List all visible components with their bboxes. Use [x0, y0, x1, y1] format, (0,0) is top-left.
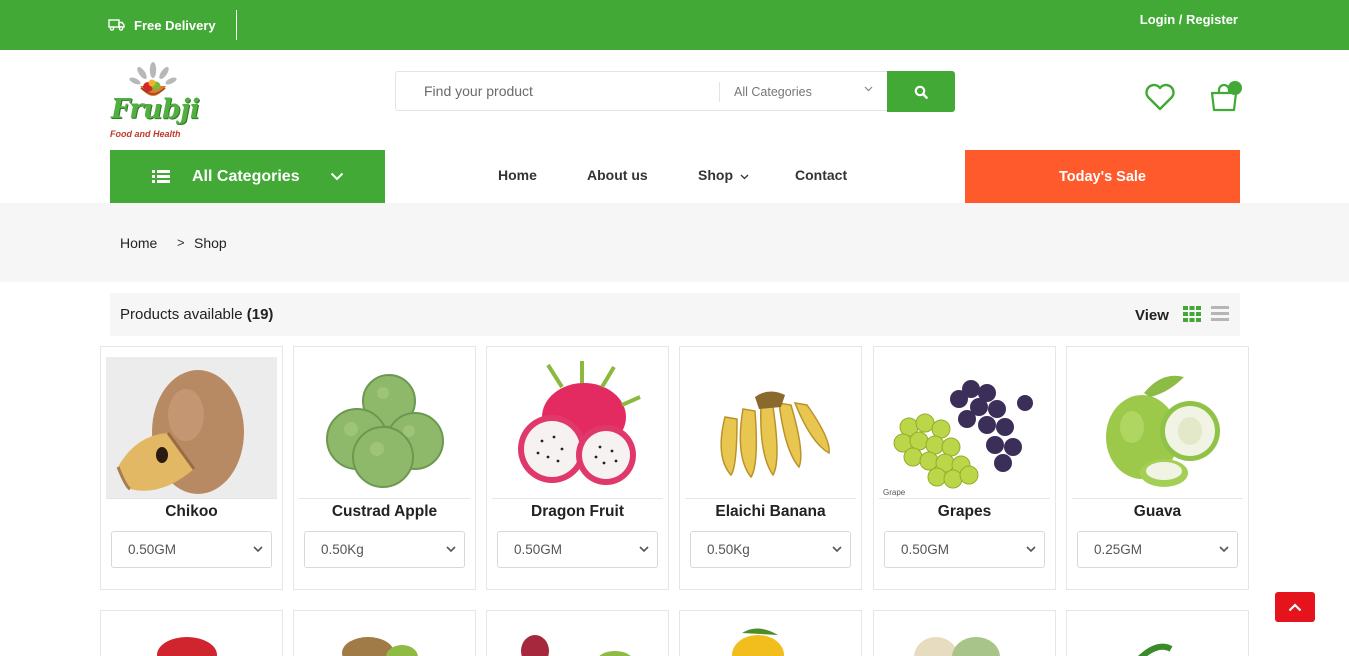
nav-home[interactable]: Home	[498, 167, 537, 183]
quantity-value: 0.50GM	[128, 542, 177, 557]
scroll-to-top-button[interactable]	[1275, 592, 1315, 622]
quantity-select[interactable]: 0.50GM	[497, 531, 658, 568]
product-name[interactable]: Dragon Fruit	[487, 503, 668, 521]
dragon-fruit-image[interactable]	[492, 357, 663, 499]
quantity-select[interactable]: 0.50GM	[111, 531, 272, 568]
brand-name: Frubji	[111, 94, 200, 125]
products-available-label: Products available	[120, 306, 243, 323]
product-name[interactable]: Grapes	[874, 503, 1055, 521]
product-card[interactable]: Custrad Apple 0.50Kg	[293, 346, 476, 590]
quantity-value: 0.50Kg	[707, 542, 750, 557]
chevron-down-icon	[253, 546, 263, 553]
cart-badge	[1228, 81, 1242, 95]
guava-image[interactable]	[1072, 357, 1243, 499]
chevron-down-icon	[639, 546, 649, 553]
card-divider	[299, 498, 470, 499]
apple-image[interactable]	[101, 611, 283, 656]
all-categories-label: All Categories	[192, 167, 300, 185]
card-divider	[685, 498, 856, 499]
products-available: Products available (19)	[120, 306, 273, 323]
quantity-select[interactable]: 0.50GM	[884, 531, 1045, 568]
chevron-down-icon	[1026, 546, 1036, 553]
grid-view-icon[interactable]	[1183, 306, 1201, 322]
grapes-image[interactable]: Grape	[879, 357, 1050, 499]
product-card[interactable]: Grape Grapes 0.50GM	[873, 346, 1056, 590]
chikoo-image[interactable]	[106, 357, 277, 499]
brand-tagline: Food and Health	[110, 129, 181, 139]
product-card[interactable]	[293, 610, 476, 656]
view-label: View	[1135, 307, 1169, 324]
product-card[interactable]	[873, 610, 1056, 656]
chevron-down-icon	[446, 546, 456, 553]
nav-shop-label: Shop	[698, 167, 733, 183]
quantity-value: 0.50GM	[514, 542, 563, 557]
product-card[interactable]: Guava 0.25GM	[1066, 346, 1249, 590]
top-bar: Free Delivery Login / Register	[0, 0, 1349, 50]
kiwi-image[interactable]	[294, 611, 476, 656]
product-card[interactable]	[679, 610, 862, 656]
breadcrumb-home[interactable]: Home	[120, 235, 157, 251]
card-divider	[1072, 498, 1243, 499]
product-name[interactable]: Chikoo	[101, 503, 282, 521]
chevron-down-icon	[832, 546, 842, 553]
card-divider	[492, 498, 663, 499]
quantity-select[interactable]: 0.50Kg	[690, 531, 851, 568]
nav-about-us[interactable]: About us	[587, 167, 648, 183]
login-register-link[interactable]: Login / Register	[1140, 12, 1238, 27]
product-name[interactable]: Custrad Apple	[294, 503, 475, 521]
muskmelon-image[interactable]	[874, 611, 1056, 656]
truck-icon	[108, 19, 125, 31]
breadcrumb: Home > Shop	[0, 203, 1349, 282]
quantity-value: 0.25GM	[1094, 542, 1143, 557]
search-button[interactable]	[887, 71, 955, 112]
quantity-select[interactable]: 0.50Kg	[304, 531, 465, 568]
card-divider	[106, 498, 277, 499]
brand-logo[interactable]: Frubji Food and Health	[108, 60, 228, 142]
quantity-value: 0.50Kg	[321, 542, 364, 557]
products-available-count: (19)	[246, 306, 274, 323]
lychee-image[interactable]	[487, 611, 669, 656]
product-card[interactable]: Elaichi Banana 0.50Kg	[679, 346, 862, 590]
nav-contact[interactable]: Contact	[795, 167, 847, 183]
free-delivery: Free Delivery	[108, 10, 237, 40]
category-select-value: All Categories	[734, 85, 812, 99]
nav-shop[interactable]: Shop	[698, 167, 749, 183]
cart-button[interactable]	[1209, 81, 1242, 117]
custard-apple-image[interactable]	[299, 357, 470, 499]
free-delivery-label: Free Delivery	[134, 17, 216, 33]
quantity-select[interactable]: 0.25GM	[1077, 531, 1238, 568]
mango-image[interactable]	[680, 611, 862, 656]
heart-icon	[1145, 83, 1175, 111]
card-divider	[879, 498, 1050, 499]
search-icon	[914, 85, 928, 99]
search-input[interactable]	[396, 72, 718, 110]
product-card[interactable]	[100, 610, 283, 656]
breadcrumb-separator: >	[177, 235, 185, 250]
wishlist-button[interactable]	[1144, 83, 1176, 116]
chevron-up-icon	[1288, 602, 1302, 611]
quantity-value: 0.50GM	[901, 542, 950, 557]
all-categories-button[interactable]: All Categories	[110, 150, 385, 203]
category-select[interactable]: All Categories	[719, 82, 887, 102]
product-card[interactable]	[1066, 610, 1249, 656]
product-card[interactable]: Chikoo 0.50GM	[100, 346, 283, 590]
produce-image[interactable]	[1067, 611, 1249, 656]
product-card[interactable]: Dragon Fruit 0.50GM	[486, 346, 669, 590]
chevron-down-icon	[330, 172, 343, 181]
grapes-image-caption: Grape	[883, 488, 906, 497]
chevron-down-icon	[740, 174, 749, 180]
product-name[interactable]: Elaichi Banana	[680, 503, 861, 521]
product-name[interactable]: Guava	[1067, 503, 1248, 521]
breadcrumb-current: Shop	[194, 235, 227, 251]
search-box: All Categories	[395, 71, 887, 111]
banana-image[interactable]	[685, 357, 856, 499]
product-card[interactable]	[486, 610, 669, 656]
list-view-icon[interactable]	[1211, 306, 1229, 321]
list-icon	[152, 170, 170, 183]
products-toolbar: Products available (19) View	[110, 293, 1240, 336]
chevron-down-icon	[1219, 546, 1229, 553]
chevron-down-icon	[864, 86, 873, 92]
todays-sale-button[interactable]: Today's Sale	[965, 150, 1240, 203]
